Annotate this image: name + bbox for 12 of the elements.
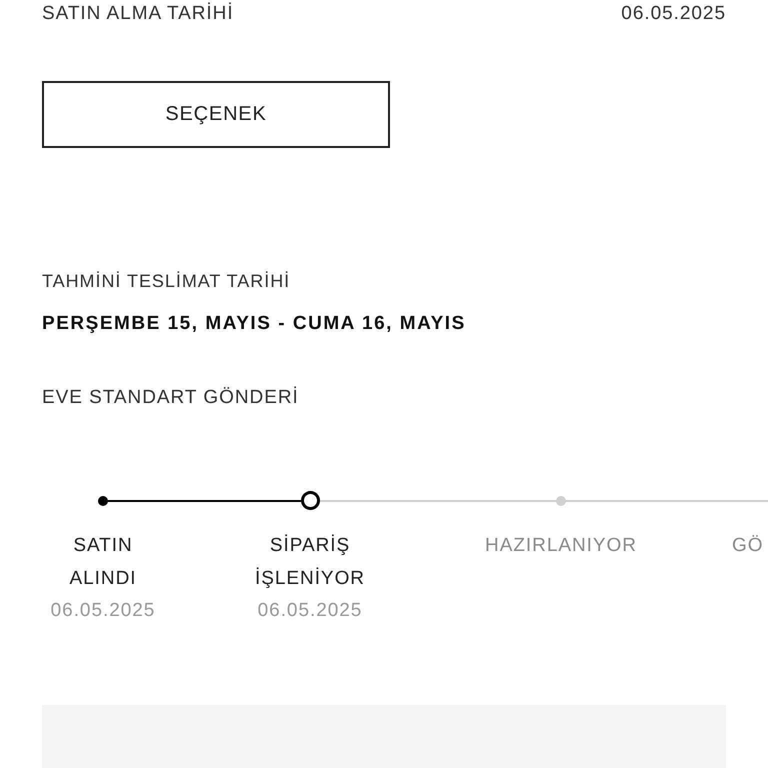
purchase-date-label: SATIN ALMA TARİHİ bbox=[42, 2, 234, 26]
shipping-method: EVE STANDART GÖNDERİ bbox=[42, 386, 300, 410]
step-label: SİPARİŞ İŞLENİYOR bbox=[254, 534, 366, 590]
purchase-date: 06.05.2025 bbox=[621, 2, 726, 26]
delivery-label: TAHMİNİ TESLİMAT TARİHİ bbox=[42, 270, 292, 292]
delivery-date-range: PERŞEMBE 15, MAYIS - CUMA 16, MAYIS bbox=[42, 312, 467, 336]
step-date: 06.05.2025 bbox=[50, 598, 156, 622]
step-label: GÖ bbox=[732, 534, 764, 558]
option-button[interactable]: SEÇENEK bbox=[42, 80, 390, 148]
step-label: HAZIRLANIYOR bbox=[485, 534, 637, 558]
step-date: 06.05.2025 bbox=[258, 598, 362, 622]
step-label: SATIN ALINDI bbox=[68, 534, 138, 590]
